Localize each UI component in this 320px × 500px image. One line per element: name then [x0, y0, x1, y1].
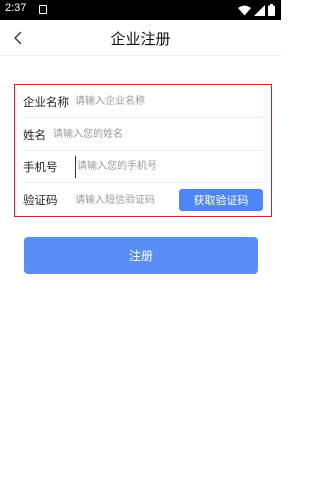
notification-icon — [39, 5, 47, 14]
verification-code-label: 验证码 — [23, 193, 58, 207]
verification-code-input[interactable] — [75, 189, 179, 211]
page-title: 企业注册 — [110, 30, 171, 48]
name-label: 姓名 — [23, 127, 46, 142]
register-button[interactable]: 注册 — [24, 237, 258, 274]
verification-code-row: 验证码 获取验证码 — [23, 184, 263, 216]
wifi-icon — [238, 5, 251, 15]
status-icons — [238, 3, 275, 17]
get-code-button[interactable]: 获取验证码 — [179, 189, 263, 211]
name-row: 姓名 — [23, 119, 263, 151]
status-bar: 2:37 — [0, 0, 281, 20]
battery-icon — [268, 4, 275, 16]
status-time: 2:37 — [5, 2, 27, 14]
company-name-row: 企业名称 — [23, 86, 263, 118]
company-name-label: 企业名称 — [23, 94, 69, 109]
phone-row: 手机号 — [23, 151, 263, 183]
registration-form: 企业名称 姓名 手机号 验证码 获取验证码 — [14, 84, 272, 217]
nav-bar: 企业注册 — [0, 20, 281, 56]
phone-label: 手机号 — [23, 159, 58, 174]
signal-icon — [254, 4, 265, 16]
phone-input[interactable] — [75, 155, 263, 178]
company-name-input[interactable] — [75, 90, 263, 113]
name-input[interactable] — [53, 123, 263, 146]
